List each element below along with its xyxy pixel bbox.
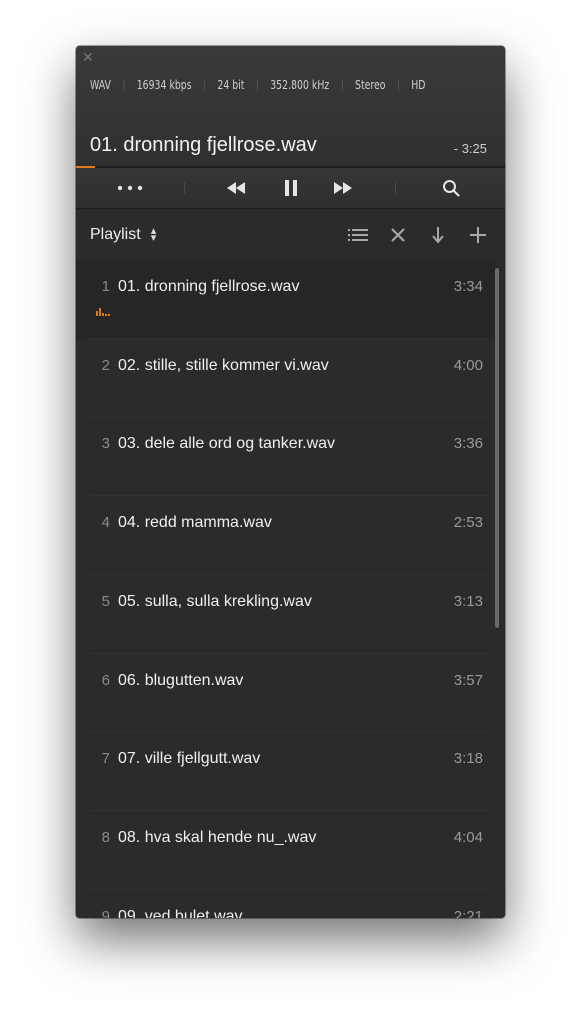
track-name: 09. ved bulet.wav	[118, 907, 243, 918]
player-window: ✕ WAV 16934 kbps 24 bit 352.800 kHz Ster…	[76, 46, 505, 918]
track-row[interactable]: 9 09. ved bulet.wav 2:21	[76, 891, 496, 918]
divider	[184, 182, 185, 194]
track-number: 5	[101, 592, 110, 610]
track-duration: 2:53	[453, 514, 483, 532]
more-button[interactable]	[110, 168, 150, 208]
track-number: 7	[101, 750, 110, 768]
divider	[256, 79, 258, 91]
playlist-label: Playlist	[90, 226, 141, 243]
rewind-icon	[227, 182, 245, 194]
header: ✕ WAV 16934 kbps 24 bit 352.800 kHz Ster…	[76, 46, 505, 166]
ellipsis-icon	[117, 185, 143, 191]
track-name: 07. ville fjellgutt.wav	[118, 750, 261, 768]
next-button[interactable]	[328, 168, 358, 208]
track-duration: 3:34	[453, 278, 483, 295]
close-icon	[391, 228, 405, 242]
track-number: 2	[101, 356, 110, 374]
codec-label: WAV	[90, 78, 111, 92]
track-row[interactable]: 8 08. hva skal hende nu_.wav 4:04	[76, 812, 496, 890]
bitrate-label: 16934 kbps	[136, 78, 192, 92]
track-name: 03. dele alle ord og tanker.wav	[118, 435, 336, 453]
close-icon[interactable]: ✕	[82, 50, 94, 64]
sample-rate-label: 352.800 kHz	[270, 78, 330, 92]
track-number: 6	[101, 671, 110, 689]
playlist-selector[interactable]: Playlist ▴ ▾	[90, 226, 156, 244]
track-number: 1	[101, 278, 110, 295]
track-row[interactable]: 5 05. sulla, sulla krekling.wav 3:13	[76, 576, 496, 654]
list-icon	[348, 229, 368, 241]
list-view-button[interactable]	[346, 223, 370, 247]
track-number: 9	[101, 907, 110, 918]
now-playing-title: 01. dronning fjellrose.wav	[90, 134, 317, 156]
track-number: 3	[101, 435, 110, 453]
equalizer-icon	[96, 308, 110, 316]
quality-label: HD	[411, 78, 426, 92]
track-row[interactable]: 3 03. dele alle ord og tanker.wav 3:36	[76, 418, 496, 497]
download-icon	[432, 227, 444, 244]
track-duration: 2:21	[453, 907, 483, 918]
pause-icon	[285, 180, 297, 196]
track-row[interactable]: 6 06. blugutten.wav 3:57	[76, 655, 496, 733]
divider	[204, 79, 205, 91]
bit-depth-label: 24 bit	[217, 78, 245, 92]
track-duration: 3:18	[453, 750, 483, 768]
download-button[interactable]	[426, 223, 450, 247]
transport-bar	[76, 168, 505, 209]
track-duration: 4:04	[453, 828, 483, 846]
divider	[395, 182, 396, 194]
track-number: 8	[101, 828, 110, 846]
playlist-header: Playlist ▴ ▾	[76, 209, 505, 261]
chevron-up-down-icon: ▴ ▾	[150, 225, 157, 244]
pause-button[interactable]	[276, 168, 306, 208]
add-button[interactable]	[466, 223, 490, 247]
format-info: WAV 16934 kbps 24 bit 352.800 kHz Stereo…	[90, 78, 426, 92]
divider	[341, 79, 343, 91]
track-duration: 4:00	[453, 356, 483, 374]
track-name: 05. sulla, sulla krekling.wav	[118, 592, 312, 610]
track-duration: 3:13	[453, 592, 483, 610]
plus-icon	[470, 227, 486, 243]
divider	[398, 79, 399, 91]
search-button[interactable]	[436, 168, 466, 208]
channels-label: Stereo	[355, 78, 386, 92]
divider	[123, 79, 125, 91]
track-duration: 3:57	[453, 671, 483, 689]
track-name: 08. hva skal hende nu_.wav	[118, 828, 317, 846]
track-row[interactable]: 2 02. stille, stille kommer vi.wav 4:00	[76, 340, 496, 418]
previous-button[interactable]	[221, 168, 251, 208]
fast-forward-icon	[334, 182, 352, 194]
track-name: 06. blugutten.wav	[118, 671, 244, 689]
remove-button[interactable]	[386, 223, 410, 247]
track-row[interactable]: 1 01. dronning fjellrose.wav 3:34	[76, 261, 496, 339]
track-row[interactable]: 7 07. ville fjellgutt.wav 3:18	[76, 733, 496, 812]
scrollbar[interactable]	[495, 268, 499, 628]
track-duration: 3:36	[453, 435, 483, 453]
search-icon	[443, 180, 460, 197]
time-remaining: - 3:25	[453, 141, 487, 156]
track-list: 1 01. dronning fjellrose.wav 3:34 2 02. stil…	[76, 261, 505, 918]
track-name: 04. redd mamma.wav	[118, 514, 272, 532]
track-row[interactable]: 4 04. redd mamma.wav 2:53	[76, 497, 496, 576]
track-number: 4	[101, 514, 110, 532]
track-name: 02. stille, stille kommer vi.wav	[118, 356, 329, 374]
track-name: 01. dronning fjellrose.wav	[118, 278, 300, 295]
